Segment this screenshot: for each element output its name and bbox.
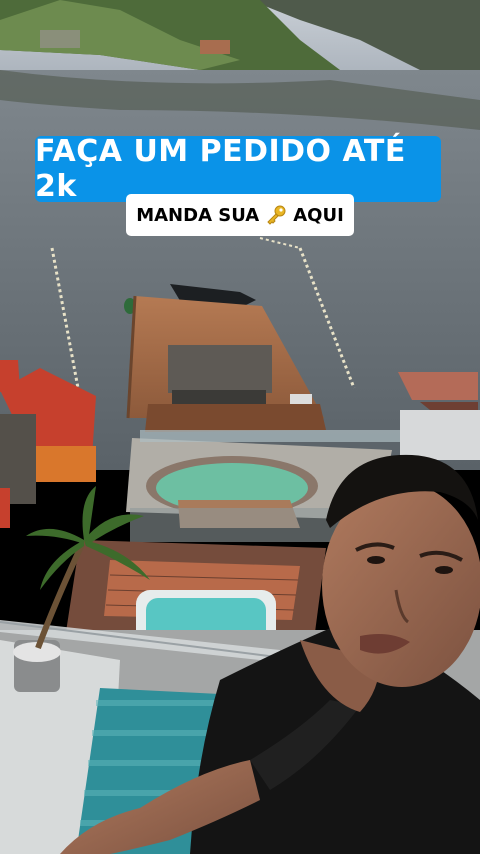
background-photo bbox=[0, 0, 480, 854]
subheadline-text-after: AQUI bbox=[293, 204, 344, 226]
subheadline-text-before: MANDA SUA bbox=[136, 204, 260, 226]
key-icon bbox=[265, 204, 287, 226]
headline-banner: FAÇA UM PEDIDO ATÉ 2k bbox=[35, 134, 441, 204]
subheadline-banner: MANDA SUA AQUI bbox=[126, 194, 354, 236]
